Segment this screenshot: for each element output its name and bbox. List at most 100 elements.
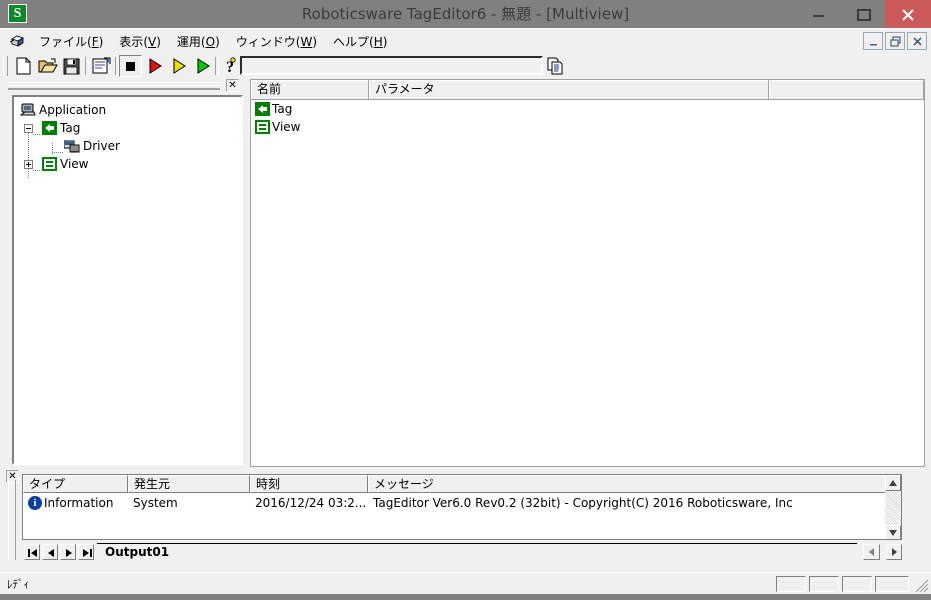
output-row[interactable]: i Information System 2016/12/24 03:2... … [23, 493, 901, 513]
resize-grip[interactable] [915, 579, 929, 593]
info-icon: i [28, 496, 42, 510]
last-record-button[interactable] [78, 544, 94, 560]
list-column-parameter[interactable]: パラメータ [369, 80, 769, 99]
window-maximize-button[interactable] [841, 0, 886, 28]
output-column-time[interactable]: 時刻 [250, 475, 368, 493]
menu-item-help[interactable]: ヘルプ(H) [325, 31, 395, 53]
mdi-window-controls [863, 32, 927, 50]
next-record-button[interactable] [60, 544, 76, 560]
menu-bar: ファイル(F) 表示(V) 運用(O) ウィンドウ(W) ヘルプ(H) [0, 28, 931, 53]
menu-item-window-label: ウィンドウ [235, 34, 296, 49]
properties-button[interactable] [90, 55, 113, 77]
driver-icon [64, 140, 80, 153]
mdi-restore-button[interactable] [885, 32, 905, 50]
tab-scroll-left-button[interactable] [863, 544, 880, 560]
copy-button[interactable] [545, 56, 565, 76]
tree-node-driver[interactable]: Driver [14, 137, 241, 155]
run-green-button[interactable] [191, 55, 214, 77]
output-scroll-down-button[interactable] [885, 525, 901, 539]
list-column-filler [769, 80, 924, 99]
menu-item-list: ファイル(F) 表示(V) 運用(O) ウィンドウ(W) ヘルプ(H) [31, 29, 395, 54]
up-arrow-icon [889, 480, 897, 486]
tree-close-button[interactable]: ✕ [226, 79, 239, 92]
tree-node-tag-label: Tag [60, 121, 81, 135]
multiview-list[interactable]: 名前 パラメータ Tag View [250, 79, 925, 467]
output-tab-strip: Output01 [22, 542, 902, 562]
status-pane-1 [776, 576, 806, 592]
output-scroll-right-button[interactable] [886, 544, 902, 560]
mdi-close-button[interactable] [907, 32, 927, 50]
output-dock-grip[interactable] [8, 480, 16, 560]
prev-record-button[interactable] [42, 544, 58, 560]
window-minimize-button[interactable] [796, 0, 841, 28]
stop-button[interactable] [119, 55, 142, 77]
output-vertical-scrollbar[interactable] [885, 475, 901, 539]
output-column-message[interactable]: メッセージ [368, 475, 886, 493]
menu-item-operation[interactable]: 運用(O) [169, 31, 228, 53]
mdi-minimize-button[interactable] [863, 32, 883, 50]
list-row-tag-name: Tag [272, 102, 293, 116]
menu-item-help-accel: H [373, 34, 383, 49]
run-red-button[interactable] [143, 55, 166, 77]
tree-view[interactable]: Application Tag Driver View [12, 95, 243, 465]
list-header: 名前 パラメータ [251, 80, 924, 100]
menu-item-file-accel: F [91, 34, 99, 49]
open-folder-icon [38, 58, 58, 73]
toolbar-text-field[interactable] [240, 56, 543, 75]
left-arrow-icon [869, 548, 874, 556]
tree-dock-panel: ✕ Application Tag Driver View [6, 79, 249, 467]
play-triangle-green-icon [197, 58, 210, 74]
menu-item-window[interactable]: ウィンドウ(W) [228, 31, 325, 53]
menu-item-view[interactable]: 表示(V) [111, 31, 169, 53]
list-row-tag[interactable]: Tag [251, 100, 924, 118]
output-column-source[interactable]: 発生元 [128, 475, 250, 493]
output-cell-time: 2016/12/24 03:2... [255, 496, 367, 510]
menu-item-view-label: 表示 [119, 34, 144, 49]
run-yellow-button[interactable] [167, 55, 190, 77]
tree-node-application[interactable]: Application [14, 101, 241, 119]
tree-node-view-label: View [60, 157, 89, 171]
properties-icon [92, 57, 111, 74]
tree-node-driver-label: Driver [83, 139, 120, 153]
tree-expander-tag[interactable] [24, 123, 33, 133]
help-button[interactable]: ? [219, 55, 242, 77]
tree-dock-header: ✕ [6, 79, 249, 94]
status-bar: ﾚﾃﾞｨ [0, 572, 931, 594]
new-document-icon [16, 57, 31, 75]
minimize-icon [870, 44, 877, 46]
open-file-button[interactable] [36, 55, 59, 77]
stacked-cubes-icon [9, 35, 24, 47]
new-file-button[interactable] [12, 55, 35, 77]
output-message-grid[interactable]: タイプ 発生元 時刻 メッセージ i Information System 20… [22, 474, 902, 540]
output-cell-type: i Information [23, 496, 128, 510]
tag-icon [255, 102, 270, 116]
tree-node-application-label: Application [39, 103, 107, 117]
toolbar-grip[interactable] [3, 56, 8, 76]
menu-item-file[interactable]: ファイル(F) [31, 31, 111, 53]
client-area: ✕ Application Tag Driver View 名前 パラメータ T… [0, 79, 931, 572]
output-header: タイプ 発生元 時刻 メッセージ [23, 475, 901, 493]
tab-output01[interactable]: Output01 [97, 543, 176, 562]
output-dock-panel: ✕ タイプ 発生元 時刻 メッセージ i Information System … [0, 470, 931, 572]
tree-node-view[interactable]: View [14, 155, 241, 173]
save-file-button[interactable] [60, 55, 83, 77]
output-scroll-up-button[interactable] [885, 475, 901, 491]
stop-square-icon [126, 62, 135, 71]
prev-icon [48, 549, 54, 557]
list-row-view[interactable]: View [251, 118, 924, 136]
tree-dock-grip[interactable] [8, 82, 220, 90]
window-close-button[interactable] [885, 0, 931, 28]
list-row-view-name: View [272, 120, 301, 134]
status-pane-3 [842, 576, 872, 592]
output-cell-message: TagEditor Ver6.0 Rev0.2 (32bit) - Copyri… [373, 496, 793, 510]
tree-node-tag[interactable]: Tag [14, 119, 241, 137]
output-column-type[interactable]: タイプ [23, 475, 128, 493]
first-record-button[interactable] [24, 544, 40, 560]
view-icon [42, 157, 57, 171]
play-triangle-red-icon [149, 58, 162, 74]
window-title: Roboticsware TagEditor6 - 無題 - [Multivie… [301, 5, 630, 23]
list-column-name[interactable]: 名前 [251, 80, 369, 99]
tree-expander-view[interactable] [24, 159, 33, 169]
menu-item-help-label: ヘルプ [333, 34, 370, 49]
application-window: S Roboticsware TagEditor6 - 無題 - [Multiv… [0, 0, 931, 600]
